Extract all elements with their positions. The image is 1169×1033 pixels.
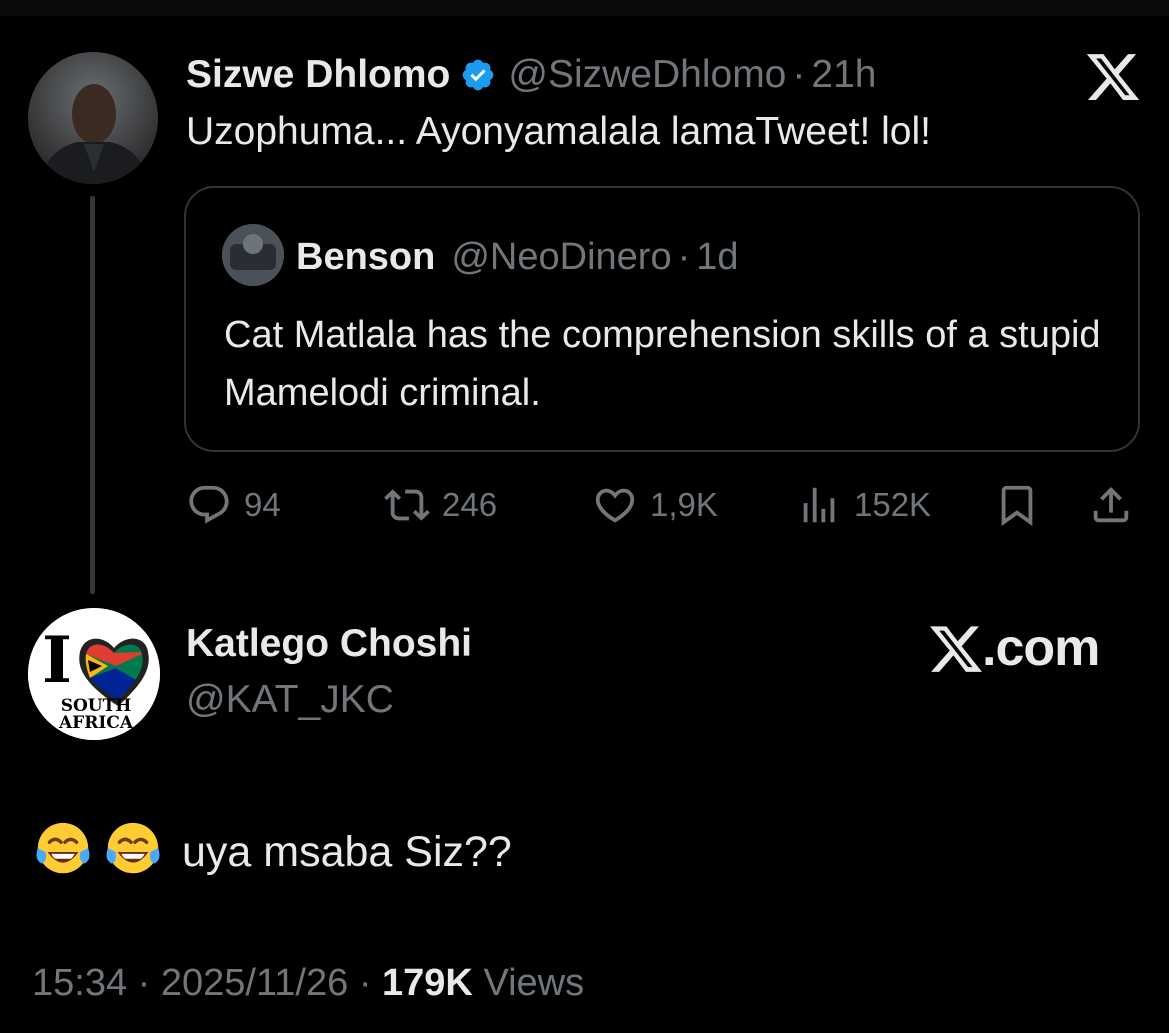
reply-text: uya msaba Siz?? xyxy=(182,827,512,876)
parent-tweet-time[interactable]: 21h xyxy=(811,53,876,97)
quoted-tweet-text: Cat Matlala has the comprehension skills… xyxy=(224,314,1101,414)
avatar-text-africa: AFRICA xyxy=(58,713,134,733)
share-button[interactable] xyxy=(1088,480,1134,530)
verified-badge-icon xyxy=(462,59,494,91)
repost-count: 246 xyxy=(442,486,498,523)
bookmark-button[interactable] xyxy=(994,480,1040,530)
analytics-icon xyxy=(803,487,835,523)
reply-views-label: Views xyxy=(483,962,585,1004)
parent-tweet-text: Uzophuma... Ayonyamalala lamaTweet! lol! xyxy=(186,110,931,153)
reply-views-count: 179K xyxy=(382,962,473,1004)
sizwe-avatar[interactable] xyxy=(28,52,158,184)
reply-author-name[interactable]: Katlego Choshi xyxy=(186,622,472,666)
tears-of-joy-emoji-2 xyxy=(102,819,172,886)
repost-icon xyxy=(384,489,430,521)
reply-count: 94 xyxy=(244,486,281,523)
thread-connector-line xyxy=(90,196,95,594)
parent-author-name[interactable]: Sizwe Dhlomo xyxy=(186,53,450,97)
benson-avatar[interactable] xyxy=(222,224,284,286)
like-button[interactable]: 1,9K xyxy=(592,480,718,530)
bookmark-icon xyxy=(1001,485,1033,526)
heart-icon xyxy=(595,488,635,523)
katlego-avatar[interactable]: I SOUTH AFRICA xyxy=(28,608,160,740)
x-com-watermark: .com xyxy=(930,618,1100,678)
quoted-tweet-time[interactable]: 1d xyxy=(696,236,738,279)
views-button[interactable]: 152K xyxy=(796,480,931,530)
views-count: 152K xyxy=(854,486,932,523)
separator-dot: · xyxy=(677,235,691,278)
avatar-letter: I xyxy=(42,623,72,698)
x-logo-icon xyxy=(1086,54,1140,100)
separator-dot: · xyxy=(792,53,806,96)
tears-of-joy-icon xyxy=(36,822,90,873)
repost-button[interactable]: 246 xyxy=(384,480,497,530)
parent-tweet-header: Sizwe Dhlomo @SizweDhlomo · 21h xyxy=(186,50,876,100)
reply-date[interactable]: 2025/11/26 xyxy=(161,962,348,1004)
quoted-tweet-header: Benson @NeoDinero · 1d xyxy=(296,232,739,282)
tears-of-joy-icon xyxy=(106,822,160,873)
reply-icon xyxy=(189,485,229,524)
quoted-author-handle[interactable]: @NeoDinero xyxy=(451,236,671,279)
reply-button[interactable]: 94 xyxy=(186,480,281,530)
x-com-text: .com xyxy=(982,619,1100,677)
parent-author-handle[interactable]: @SizweDhlomo xyxy=(508,53,786,97)
reply-meta: 15:34 · 2025/11/26 · 179K Views xyxy=(32,962,584,1005)
x-logo-icon xyxy=(930,626,982,672)
top-edge xyxy=(0,0,1169,16)
share-icon xyxy=(1093,486,1129,523)
tears-of-joy-emoji-1 xyxy=(32,819,102,886)
reply-author-handle[interactable]: @KAT_JKC xyxy=(186,678,394,722)
like-count: 1,9K xyxy=(650,486,718,523)
separator-dot: · xyxy=(137,962,151,1004)
reply-time[interactable]: 15:34 xyxy=(32,962,127,1004)
separator-dot: · xyxy=(358,962,372,1004)
reply-text-row: uya msaba Siz?? xyxy=(32,820,512,884)
quoted-author-name[interactable]: Benson xyxy=(296,236,435,279)
